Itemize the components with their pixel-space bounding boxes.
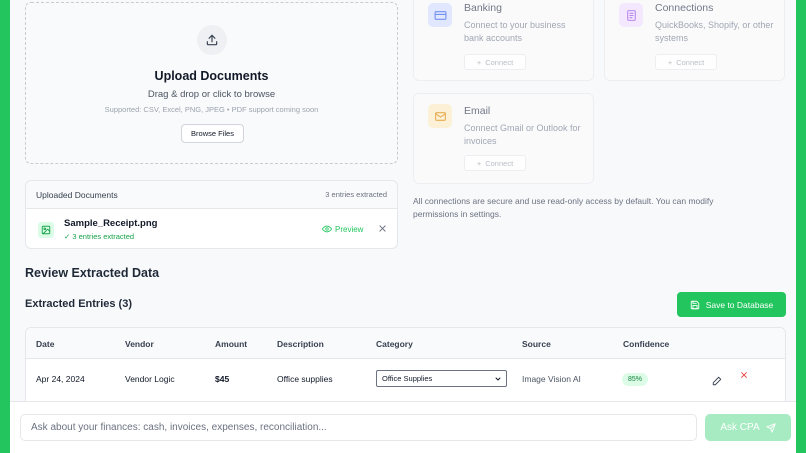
plus-icon: + (476, 158, 482, 168)
plus-icon: + (667, 57, 673, 67)
upload-dropzone[interactable]: Upload Documents Drag & drop or click to… (25, 2, 398, 164)
delete-button[interactable] (740, 371, 748, 382)
banking-desc: Connect to your business bank accounts (464, 20, 566, 43)
cell-amount: $45 (215, 374, 230, 384)
banking-name: Banking (464, 2, 502, 14)
ask-input[interactable] (20, 414, 697, 441)
header-confidence: Confidence (623, 339, 670, 349)
entries-count: 3 entries extracted (325, 190, 387, 199)
cell-vendor: Vendor Logic (125, 374, 175, 384)
plus-icon: + (476, 57, 482, 67)
email-desc: Connect Gmail or Outlook for invoices (464, 123, 581, 146)
header-vendor: Vendor (125, 339, 154, 349)
header-date: Date (36, 339, 55, 349)
cell-description: Office supplies (277, 374, 333, 384)
banking-connect-button[interactable]: + Connect (464, 54, 526, 70)
preview-button[interactable]: Preview (322, 224, 363, 234)
category-select[interactable]: Office Supplies (376, 370, 507, 387)
security-note: All connections are secure and use read-… (413, 196, 714, 219)
close-icon (741, 372, 747, 378)
image-file-icon (38, 222, 54, 238)
file-name: Sample_Receipt.png (64, 218, 158, 229)
preview-label: Preview (335, 224, 364, 234)
eye-icon (322, 225, 332, 233)
close-icon (379, 225, 386, 232)
category-value: Office Supplies (382, 374, 433, 383)
uploaded-documents-header: Uploaded Documents 3 entries extracted (26, 181, 397, 209)
confidence-badge: 85% (622, 373, 649, 386)
app-window: Upload Documents Drag & drop or click to… (10, 0, 796, 453)
header-source: Source (522, 339, 551, 349)
connections-name: Connections (655, 2, 714, 14)
send-icon (766, 422, 776, 433)
chevron-down-icon (495, 377, 501, 381)
ask-cpa-label: Ask CPA (720, 422, 760, 433)
ask-cpa-button[interactable]: Ask CPA (705, 414, 791, 441)
remove-file-button[interactable] (378, 224, 387, 235)
upload-subtitle: Drag & drop or click to browse (147, 89, 276, 100)
save-label: Save to Database (705, 299, 774, 310)
header-amount: Amount (215, 339, 248, 349)
ask-bar: Ask CPA (10, 401, 796, 453)
cell-source: Image Vision AI (522, 374, 581, 384)
uploaded-documents-title: Uploaded Documents (36, 190, 118, 200)
email-name: Email (464, 105, 491, 117)
header-description: Description (277, 339, 324, 349)
email-connect-button[interactable]: + Connect (464, 155, 526, 171)
connections-connect-button[interactable]: + Connect (655, 54, 717, 70)
file-status: ✓ 3 entries extracted (64, 232, 135, 241)
review-title: Review Extracted Data (25, 266, 160, 280)
save-icon (690, 300, 699, 309)
connections-desc: QuickBooks, Shopify, or other systems (655, 20, 774, 43)
mail-icon (428, 104, 452, 128)
bank-card-icon (428, 3, 452, 27)
cell-date: Apr 24, 2024 (36, 374, 85, 384)
connections-connect-label: Connect (676, 57, 705, 67)
banking-card: Banking Connect to your business bank ac… (413, 0, 594, 81)
entries-title: Extracted Entries (3) (25, 298, 132, 310)
connections-card: Connections QuickBooks, Shopify, or othe… (604, 0, 785, 81)
upload-icon (197, 25, 227, 55)
uploaded-documents-panel: Uploaded Documents 3 entries extracted S… (25, 180, 398, 249)
supported-formats: Supported: CSV, Excel, PNG, JPEG • PDF s… (104, 105, 319, 114)
banking-connect-label: Connect (485, 57, 514, 67)
edit-button[interactable] (712, 373, 722, 391)
save-to-database-button[interactable]: Save to Database (677, 292, 786, 317)
table-header: Date Vendor Amount Description Category … (26, 328, 785, 359)
browse-files-button[interactable]: Browse Files (181, 124, 244, 143)
upload-title: Upload Documents (154, 69, 269, 83)
email-connect-label: Connect (485, 158, 514, 168)
header-category: Category (376, 339, 413, 349)
pencil-icon (712, 376, 722, 386)
document-icon (619, 3, 643, 27)
email-card: Email Connect Gmail or Outlook for invoi… (413, 93, 594, 184)
